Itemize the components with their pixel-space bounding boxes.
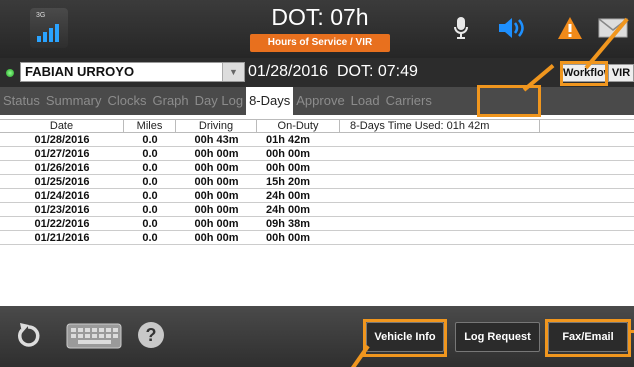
table-row[interactable]: 01/21/2016 0.0 00h 00m 00h 00m: [0, 231, 634, 245]
table-row[interactable]: 01/24/2016 0.0 00h 00m 24h 00m: [0, 189, 634, 203]
miles-cell: 0.0: [142, 217, 158, 230]
on-duty-cell: 00h 00m: [266, 231, 311, 244]
driving-cell: 00h 00m: [194, 203, 239, 216]
table-row[interactable]: 01/27/2016 0.0 00h 00m 00h 00m: [0, 147, 634, 161]
date-cell: 01/27/2016: [34, 147, 90, 160]
on-duty-cell: 09h 38m: [266, 217, 311, 230]
col-date: Date: [0, 120, 124, 132]
col-miles: Miles: [124, 120, 176, 132]
refresh-icon[interactable]: [12, 320, 44, 357]
log-request-button[interactable]: Log Request: [455, 322, 540, 352]
speaker-icon[interactable]: [494, 14, 528, 42]
date-dot-readout: 01/28/2016 DOT: 07:49: [248, 63, 418, 80]
table-row[interactable]: 01/26/2016 0.0 00h 00m 00h 00m: [0, 161, 634, 175]
status-bar: 3G DOT: 07h 50m Hours of Service / VIR: [0, 0, 634, 58]
miles-cell: 0.0: [142, 203, 158, 216]
table-row[interactable]: 01/28/2016 0.0 00h 43m 01h 42m: [0, 133, 634, 147]
on-duty-cell: 00h 00m: [266, 147, 311, 160]
tab-carriers[interactable]: Carriers: [383, 87, 435, 115]
miles-cell: 0.0: [142, 231, 158, 244]
tab-bar: Status Summary Clocks Graph Day Log 8-Da…: [0, 87, 634, 115]
warning-icon[interactable]: [556, 14, 584, 42]
microphone-icon[interactable]: [450, 14, 472, 42]
date-cell: 01/26/2016: [34, 161, 90, 174]
miles-cell: 0.0: [142, 133, 158, 146]
eight-days-table: Date Miles Driving On-Duty 8-Days Time U…: [0, 119, 634, 245]
miles-cell: 0.0: [142, 147, 158, 160]
tab-clocks[interactable]: Clocks: [104, 87, 149, 115]
vehicle-info-button[interactable]: Vehicle Info: [366, 322, 444, 352]
tab-summary[interactable]: Summary: [43, 87, 105, 115]
chevron-down-icon[interactable]: ▼: [222, 63, 244, 81]
tab-load[interactable]: Load: [348, 87, 383, 115]
table-row[interactable]: 01/25/2016 0.0 00h 00m 15h 20m: [0, 175, 634, 189]
on-duty-cell: 01h 42m: [266, 133, 311, 146]
driving-cell: 00h 43m: [194, 133, 239, 146]
date-cell: 01/28/2016: [34, 133, 90, 146]
date-cell: 01/24/2016: [34, 189, 90, 202]
table-row[interactable]: 01/22/2016 0.0 00h 00m 09h 38m: [0, 217, 634, 231]
bottom-toolbar: ? Vehicle Info Log Request Fax/Email: [0, 306, 634, 367]
status-led: [6, 69, 14, 77]
tab-status[interactable]: Status: [0, 87, 43, 115]
miles-cell: 0.0: [142, 161, 158, 174]
driving-cell: 00h 00m: [194, 175, 239, 188]
col-on-duty: On-Duty: [257, 120, 340, 132]
fax-email-button[interactable]: Fax/Email: [548, 322, 628, 352]
on-duty-cell: 00h 00m: [266, 161, 311, 174]
on-duty-cell: 24h 00m: [266, 189, 311, 202]
signal-icon: 3G: [30, 8, 68, 48]
col-driving: Driving: [176, 120, 257, 132]
driver-row: FABIAN URROYO ▼ 01/28/2016 DOT: 07:49 Wo…: [0, 58, 634, 87]
keyboard-icon[interactable]: [66, 320, 122, 357]
tab-graph[interactable]: Graph: [150, 87, 192, 115]
driving-cell: 00h 00m: [194, 161, 239, 174]
driving-cell: 00h 00m: [194, 217, 239, 230]
hos-vir-tab[interactable]: Hours of Service / VIR: [250, 34, 390, 52]
driver-select[interactable]: FABIAN URROYO ▼: [20, 62, 245, 82]
driver-name: FABIAN URROYO: [25, 64, 135, 79]
on-duty-cell: 15h 20m: [266, 175, 311, 188]
driving-cell: 00h 00m: [194, 231, 239, 244]
miles-cell: 0.0: [142, 189, 158, 202]
miles-cell: 0.0: [142, 175, 158, 188]
date-cell: 01/21/2016: [34, 231, 90, 244]
table-header: Date Miles Driving On-Duty 8-Days Time U…: [0, 119, 634, 133]
date-cell: 01/25/2016: [34, 175, 90, 188]
driving-cell: 00h 00m: [194, 147, 239, 160]
date-cell: 01/22/2016: [34, 217, 90, 230]
eight-days-time-used: 8-Days Time Used: 01h 42m: [340, 120, 540, 132]
callout-arrow-fax: [629, 330, 634, 333]
tab-approve[interactable]: Approve: [293, 87, 347, 115]
help-label: ?: [145, 325, 157, 345]
tab-day-log[interactable]: Day Log: [192, 87, 246, 115]
help-icon[interactable]: ?: [138, 322, 164, 348]
tab-8-days[interactable]: 8-Days: [246, 87, 294, 115]
table-row[interactable]: 01/23/2016 0.0 00h 00m 24h 00m: [0, 203, 634, 217]
driving-cell: 00h 00m: [194, 189, 239, 202]
date-cell: 01/23/2016: [34, 203, 90, 216]
vir-button[interactable]: VIR: [608, 64, 634, 82]
on-duty-cell: 24h 00m: [266, 203, 311, 216]
network-type: 3G: [36, 12, 46, 19]
